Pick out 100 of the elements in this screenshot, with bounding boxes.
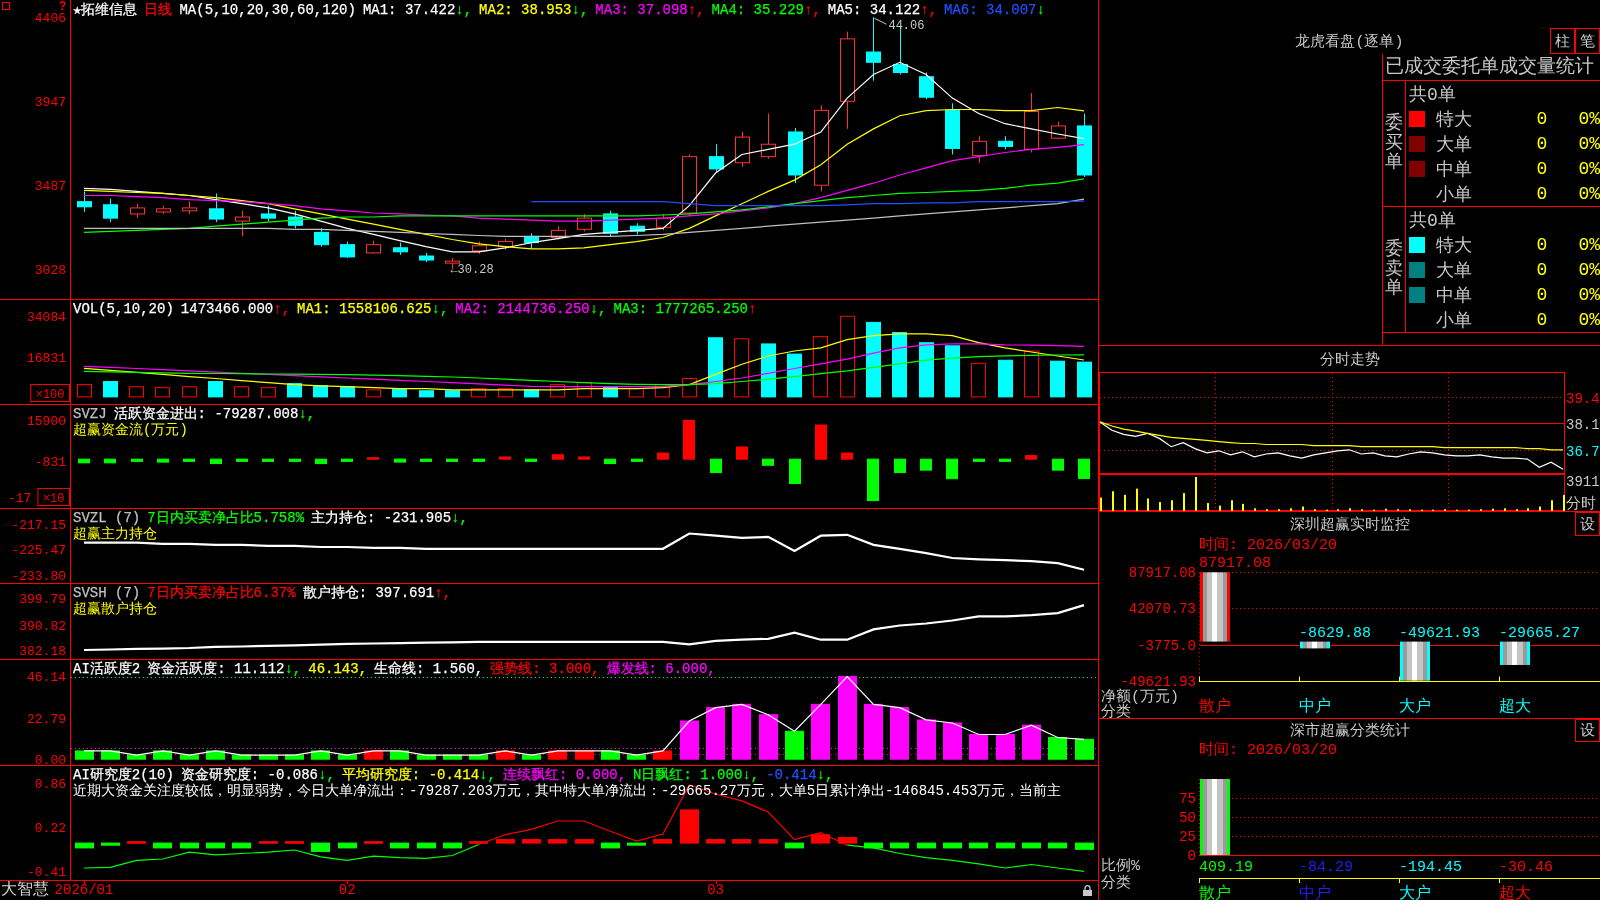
bar [206, 842, 225, 849]
trend-arrow: ↑, [687, 2, 705, 18]
value-label: -8629.88 [1299, 624, 1371, 642]
bar [313, 385, 328, 398]
indicator-value: 活跃资金进出: -79287.008 [113, 406, 299, 422]
settings-button[interactable]: 设 [1575, 512, 1600, 536]
value-label: 409.19 [1199, 859, 1253, 876]
bar [706, 707, 725, 760]
value-label: 87917.08 [1199, 555, 1271, 573]
axis-label: 87917.08 [1128, 565, 1196, 582]
order-percent: 0% [1578, 108, 1600, 129]
order-percent: 0% [1578, 259, 1600, 280]
axis-label: 3487 [34, 178, 66, 194]
bar [522, 839, 541, 844]
value-label: -29665.27 [1499, 624, 1580, 642]
candle [103, 198, 118, 223]
bar [340, 386, 355, 398]
candle [630, 222, 645, 235]
order-count: 0 [1536, 158, 1548, 179]
bar [499, 456, 511, 460]
category-label: 散户 [1199, 698, 1231, 716]
bar [653, 750, 672, 760]
axis-label: 3911 [1566, 474, 1600, 490]
bar [627, 842, 646, 846]
bar [311, 842, 330, 852]
value-label: -84.29 [1299, 859, 1353, 876]
axis-unit-label: 分时 [1566, 496, 1596, 511]
candle [130, 203, 145, 219]
date-label: 02 [338, 881, 356, 900]
unit-label: ×100 [30, 384, 70, 402]
price-annotation: 44.06 [873, 17, 925, 34]
bar [894, 458, 906, 474]
axis-label: -233.80 [11, 569, 66, 583]
bar [920, 458, 932, 471]
indicator-subtitle: 超赢主力持仓 [73, 526, 157, 542]
candle [209, 192, 224, 223]
indicator-value: MA1: 1558106.625 [297, 301, 432, 317]
bar [943, 842, 962, 849]
bar [710, 458, 722, 474]
bar [969, 842, 988, 849]
indicator-value: SVSH (7) [73, 585, 141, 601]
bar [417, 842, 436, 849]
category-label: 中户 [1299, 698, 1331, 716]
view-button[interactable]: 笔 [1575, 28, 1600, 54]
axis-label: 0.00 [34, 752, 66, 765]
bar [946, 458, 958, 480]
settings-button[interactable]: 设 [1575, 719, 1600, 742]
axis-label: 75 [1179, 791, 1196, 807]
trend-arrow: ↓, [451, 510, 468, 526]
bar [1200, 572, 1230, 642]
bar [683, 419, 695, 460]
bar [1075, 842, 1094, 850]
bar [153, 842, 172, 849]
axis-label: -225.47 [11, 543, 66, 559]
group-label: 委卖单 [1385, 239, 1403, 300]
table-heading: 已成交委托单成交量统计 [1385, 55, 1594, 80]
candle [866, 16, 881, 82]
bar [417, 754, 436, 760]
order-count: 0 [1536, 133, 1548, 154]
bar [338, 842, 357, 849]
indicator-value: 平均研究度: -0.414 [341, 767, 480, 783]
date-label: 03 [707, 881, 724, 900]
bar [813, 336, 828, 398]
date-label: 时间: 2026/03/20 [1199, 742, 1338, 759]
indicator-value: N日飘红: 1.000 [633, 767, 743, 783]
bar [787, 353, 802, 398]
category-label: 大户 [1399, 698, 1431, 716]
bar [762, 458, 774, 466]
bar [890, 842, 909, 849]
bar [973, 458, 985, 462]
bar [208, 381, 223, 398]
axis-label: -831 [34, 454, 66, 470]
bar [469, 841, 488, 844]
candle [340, 241, 355, 259]
candle [998, 135, 1013, 150]
axis-label: 46.14 [27, 670, 66, 685]
bar [627, 754, 646, 760]
bar [261, 387, 276, 398]
candle [735, 131, 750, 168]
bar [945, 345, 960, 398]
bar [366, 389, 381, 398]
axis-label: 3947 [34, 94, 66, 110]
order-count: 0 [1536, 309, 1548, 330]
view-button[interactable]: 柱 [1550, 28, 1575, 54]
order-count: 0 [1536, 183, 1548, 204]
candle [498, 238, 513, 251]
order-size-label: 小单 [1436, 183, 1472, 206]
bar [998, 359, 1013, 398]
bar [811, 834, 830, 844]
candle [788, 127, 803, 184]
order-percent: 0% [1578, 234, 1600, 255]
bar [1500, 641, 1530, 665]
bar [131, 458, 143, 462]
bar [103, 381, 118, 398]
axis-label: 16831 [27, 350, 66, 366]
bar [996, 733, 1015, 760]
indicator-value: SVZL (7) [73, 510, 141, 526]
axis-label: 38.1 [1566, 416, 1600, 433]
indicator-value: -0.414 [766, 767, 817, 783]
axis-label: -3775.0 [1137, 637, 1196, 654]
